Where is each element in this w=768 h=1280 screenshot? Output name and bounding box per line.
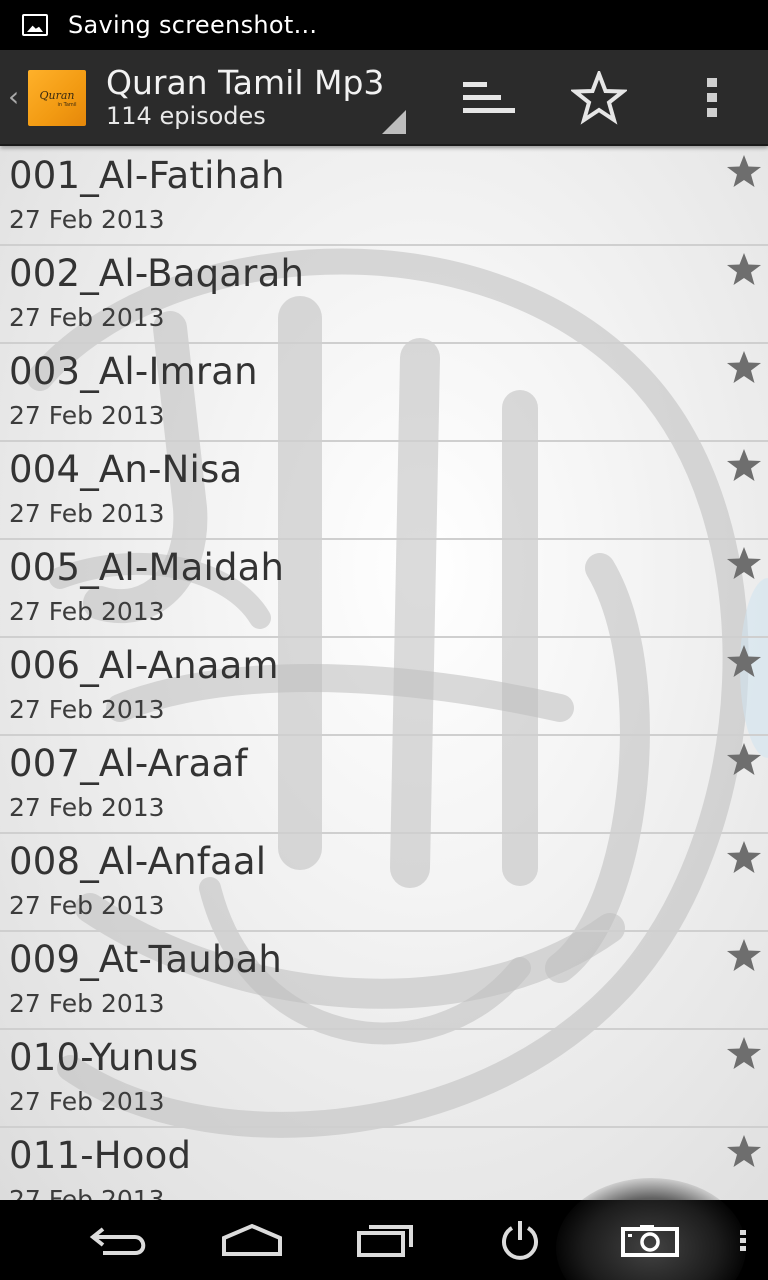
episode-title: 004_An-Nisa [9, 448, 243, 491]
episode-date: 27 Feb 2013 [9, 989, 165, 1018]
episode-date: 27 Feb 2013 [9, 695, 165, 724]
image-icon [22, 14, 48, 36]
home-button[interactable] [212, 1200, 292, 1280]
list-item[interactable]: 007_Al-Araaf 27 Feb 2013 [0, 736, 768, 834]
episode-date: 27 Feb 2013 [9, 891, 165, 920]
screenshot-button[interactable] [610, 1200, 690, 1280]
episode-date: 27 Feb 2013 [9, 597, 165, 626]
episode-title: 010-Yunus [9, 1036, 199, 1079]
star-icon[interactable] [726, 252, 762, 286]
star-icon[interactable] [726, 840, 762, 874]
back-icon [89, 1227, 146, 1255]
favorites-button[interactable] [566, 50, 632, 146]
episode-title: 007_Al-Araaf [9, 742, 248, 785]
star-icon[interactable] [726, 938, 762, 972]
status-bar: Saving screenshot... [0, 0, 768, 50]
spinner-triangle-icon [382, 110, 406, 134]
app-logo[interactable]: Quran in Tamil [28, 70, 86, 126]
episode-title: 005_Al-Maidah [9, 546, 285, 589]
title-spinner[interactable]: Quran Tamil Mp3 114 episodes [106, 63, 385, 131]
episode-title: 011-Hood [9, 1134, 192, 1177]
list-item[interactable]: 002_Al-Baqarah 27 Feb 2013 [0, 246, 768, 344]
recent-apps-icon [357, 1225, 413, 1257]
star-icon[interactable] [726, 742, 762, 776]
power-icon [502, 1221, 538, 1260]
list-item[interactable]: 005_Al-Maidah 27 Feb 2013 [0, 540, 768, 638]
list-item[interactable]: 004_An-Nisa 27 Feb 2013 [0, 442, 768, 540]
episode-date: 27 Feb 2013 [9, 1185, 165, 1200]
episode-date: 27 Feb 2013 [9, 205, 165, 234]
episode-title: 001_Al-Fatihah [9, 154, 285, 197]
episode-title: 003_Al-Imran [9, 350, 258, 393]
action-bar: ‹ Quran in Tamil Quran Tamil Mp3 114 epi… [0, 50, 768, 146]
camera-icon [621, 1225, 679, 1257]
star-icon[interactable] [726, 350, 762, 384]
star-icon[interactable] [726, 448, 762, 482]
power-button[interactable] [480, 1200, 560, 1280]
list-item[interactable]: 008_Al-Anfaal 27 Feb 2013 [0, 834, 768, 932]
star-icon[interactable] [726, 154, 762, 188]
episode-date: 27 Feb 2013 [9, 303, 165, 332]
status-text: Saving screenshot... [68, 11, 318, 39]
home-icon [222, 1223, 282, 1256]
overflow-menu-icon [707, 78, 717, 117]
sort-icon [463, 82, 515, 113]
star-icon[interactable] [726, 546, 762, 580]
logo-text: Quran [39, 88, 75, 102]
list-item[interactable]: 009_At-Taubah 27 Feb 2013 [0, 932, 768, 1030]
episode-title: 009_At-Taubah [9, 938, 283, 981]
app-title: Quran Tamil Mp3 [106, 63, 385, 102]
episode-title: 006_Al-Anaam [9, 644, 279, 687]
nav-overflow-button[interactable] [728, 1200, 758, 1280]
star-icon[interactable] [726, 644, 762, 678]
overflow-menu-icon [740, 1230, 746, 1251]
logo-subtext: in Tamil [57, 101, 77, 108]
episode-title: 002_Al-Baqarah [9, 252, 305, 295]
list-item[interactable]: 010-Yunus 27 Feb 2013 [0, 1030, 768, 1128]
star-outline-icon [571, 71, 627, 125]
episode-title: 008_Al-Anfaal [9, 840, 267, 883]
star-icon[interactable] [726, 1036, 762, 1070]
sort-button[interactable] [455, 50, 521, 146]
list-item[interactable]: 001_Al-Fatihah 27 Feb 2013 [0, 148, 768, 246]
recent-apps-button[interactable] [346, 1200, 426, 1280]
list-item[interactable]: 006_Al-Anaam 27 Feb 2013 [0, 638, 768, 736]
back-button[interactable] [80, 1200, 160, 1280]
up-caret-icon[interactable]: ‹ [8, 80, 19, 113]
episode-date: 27 Feb 2013 [9, 401, 165, 430]
episode-date: 27 Feb 2013 [9, 499, 165, 528]
list-item[interactable]: 003_Al-Imran 27 Feb 2013 [0, 344, 768, 442]
episode-date: 27 Feb 2013 [9, 1087, 165, 1116]
episode-count: 114 episodes [106, 102, 266, 130]
episode-list[interactable]: 001_Al-Fatihah 27 Feb 2013 002_Al-Baqara… [0, 148, 768, 1200]
overflow-menu-button[interactable] [690, 50, 734, 146]
episode-date: 27 Feb 2013 [9, 793, 165, 822]
star-icon[interactable] [726, 1134, 762, 1168]
